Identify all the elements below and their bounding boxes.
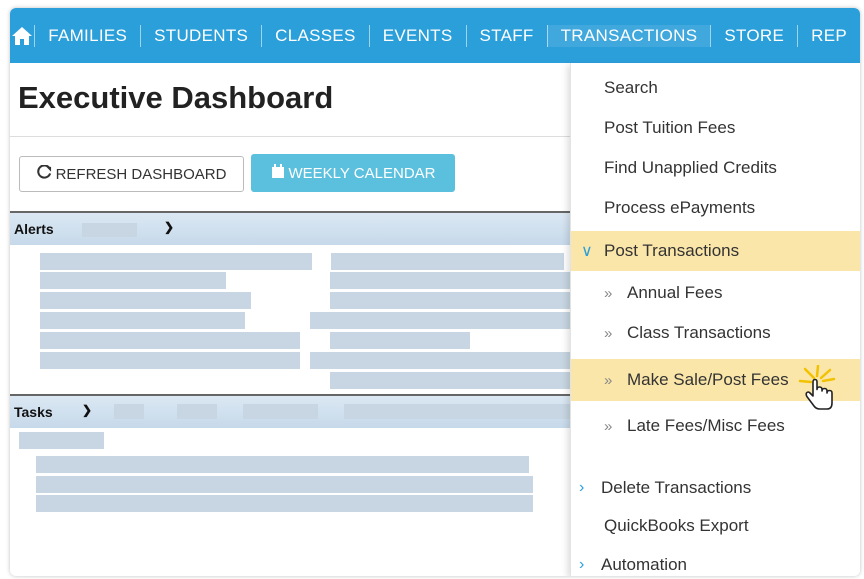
refresh-label: REFRESH DASHBOARD [55, 165, 227, 183]
home-icon[interactable] [10, 8, 34, 63]
nav-store[interactable]: STORE [710, 24, 797, 47]
title-divider [10, 136, 570, 137]
submenu-class-transactions[interactable]: » Class Transactions [571, 313, 860, 353]
tasks-bar[interactable]: Tasks ❯ [10, 394, 570, 428]
nav-families[interactable]: FAMILIES [34, 24, 140, 47]
placeholder [82, 223, 137, 237]
double-chevron-right-icon: » [604, 371, 613, 389]
nav-transactions[interactable]: TRANSACTIONS [546, 24, 711, 47]
menu-post-tuition-fees[interactable]: Post Tuition Fees [571, 108, 860, 148]
chevron-right-icon: › [579, 479, 585, 496]
nav-students[interactable]: STUDENTS [140, 24, 261, 47]
menu-process-epayments[interactable]: Process ePayments [571, 188, 860, 228]
submenu-annual-fees[interactable]: » Annual Fees [571, 273, 860, 313]
menu-automation[interactable]: › Automation [571, 545, 860, 576]
nav-reports[interactable]: REP [797, 24, 860, 47]
double-chevron-right-icon: » [604, 284, 613, 302]
nav-events[interactable]: EVENTS [368, 24, 466, 47]
weekly-calendar-button[interactable]: WEEKLY CALENDAR [251, 154, 455, 192]
nav-classes[interactable]: CLASSES [261, 24, 369, 47]
submenu-make-sale-post-fees[interactable]: » Make Sale/Post Fees [571, 359, 860, 410]
chevron-right-icon: › [579, 556, 585, 573]
nav-staff[interactable]: STAFF [465, 24, 547, 47]
page-title: Executive Dashboard [18, 80, 334, 115]
menu-post-transactions[interactable]: ∨ Post Transactions [571, 231, 860, 271]
tasks-label: Tasks [14, 404, 53, 420]
alerts-label: Alerts [14, 221, 54, 237]
menu-quickbooks-export[interactable]: QuickBooks Export [571, 506, 860, 546]
menu-find-unapplied-credits[interactable]: Find Unapplied Credits [571, 148, 860, 188]
calendar-icon [271, 163, 285, 183]
chevron-down-icon: ∨ [581, 243, 593, 260]
submenu-late-fees-misc-fees[interactable]: » Late Fees/Misc Fees [571, 406, 860, 446]
menu-delete-transactions[interactable]: › Delete Transactions [571, 468, 860, 508]
top-nav: FAMILIES STUDENTS CLASSES EVENTS STAFF T… [10, 8, 860, 63]
collapse-icon[interactable]: ❯ [82, 403, 92, 417]
alerts-bar[interactable]: Alerts ❯ [10, 211, 570, 245]
collapse-icon[interactable]: ❯ [164, 220, 174, 234]
calendar-label: WEEKLY CALENDAR [288, 164, 436, 182]
double-chevron-right-icon: » [604, 324, 613, 342]
refresh-dashboard-button[interactable]: REFRESH DASHBOARD [19, 156, 244, 192]
transactions-dropdown: Search Post Tuition Fees Find Unapplied … [570, 63, 860, 576]
menu-search[interactable]: Search [571, 68, 860, 108]
app-frame: FAMILIES STUDENTS CLASSES EVENTS STAFF T… [10, 8, 860, 576]
double-chevron-right-icon: » [604, 417, 613, 435]
refresh-icon [36, 163, 52, 184]
